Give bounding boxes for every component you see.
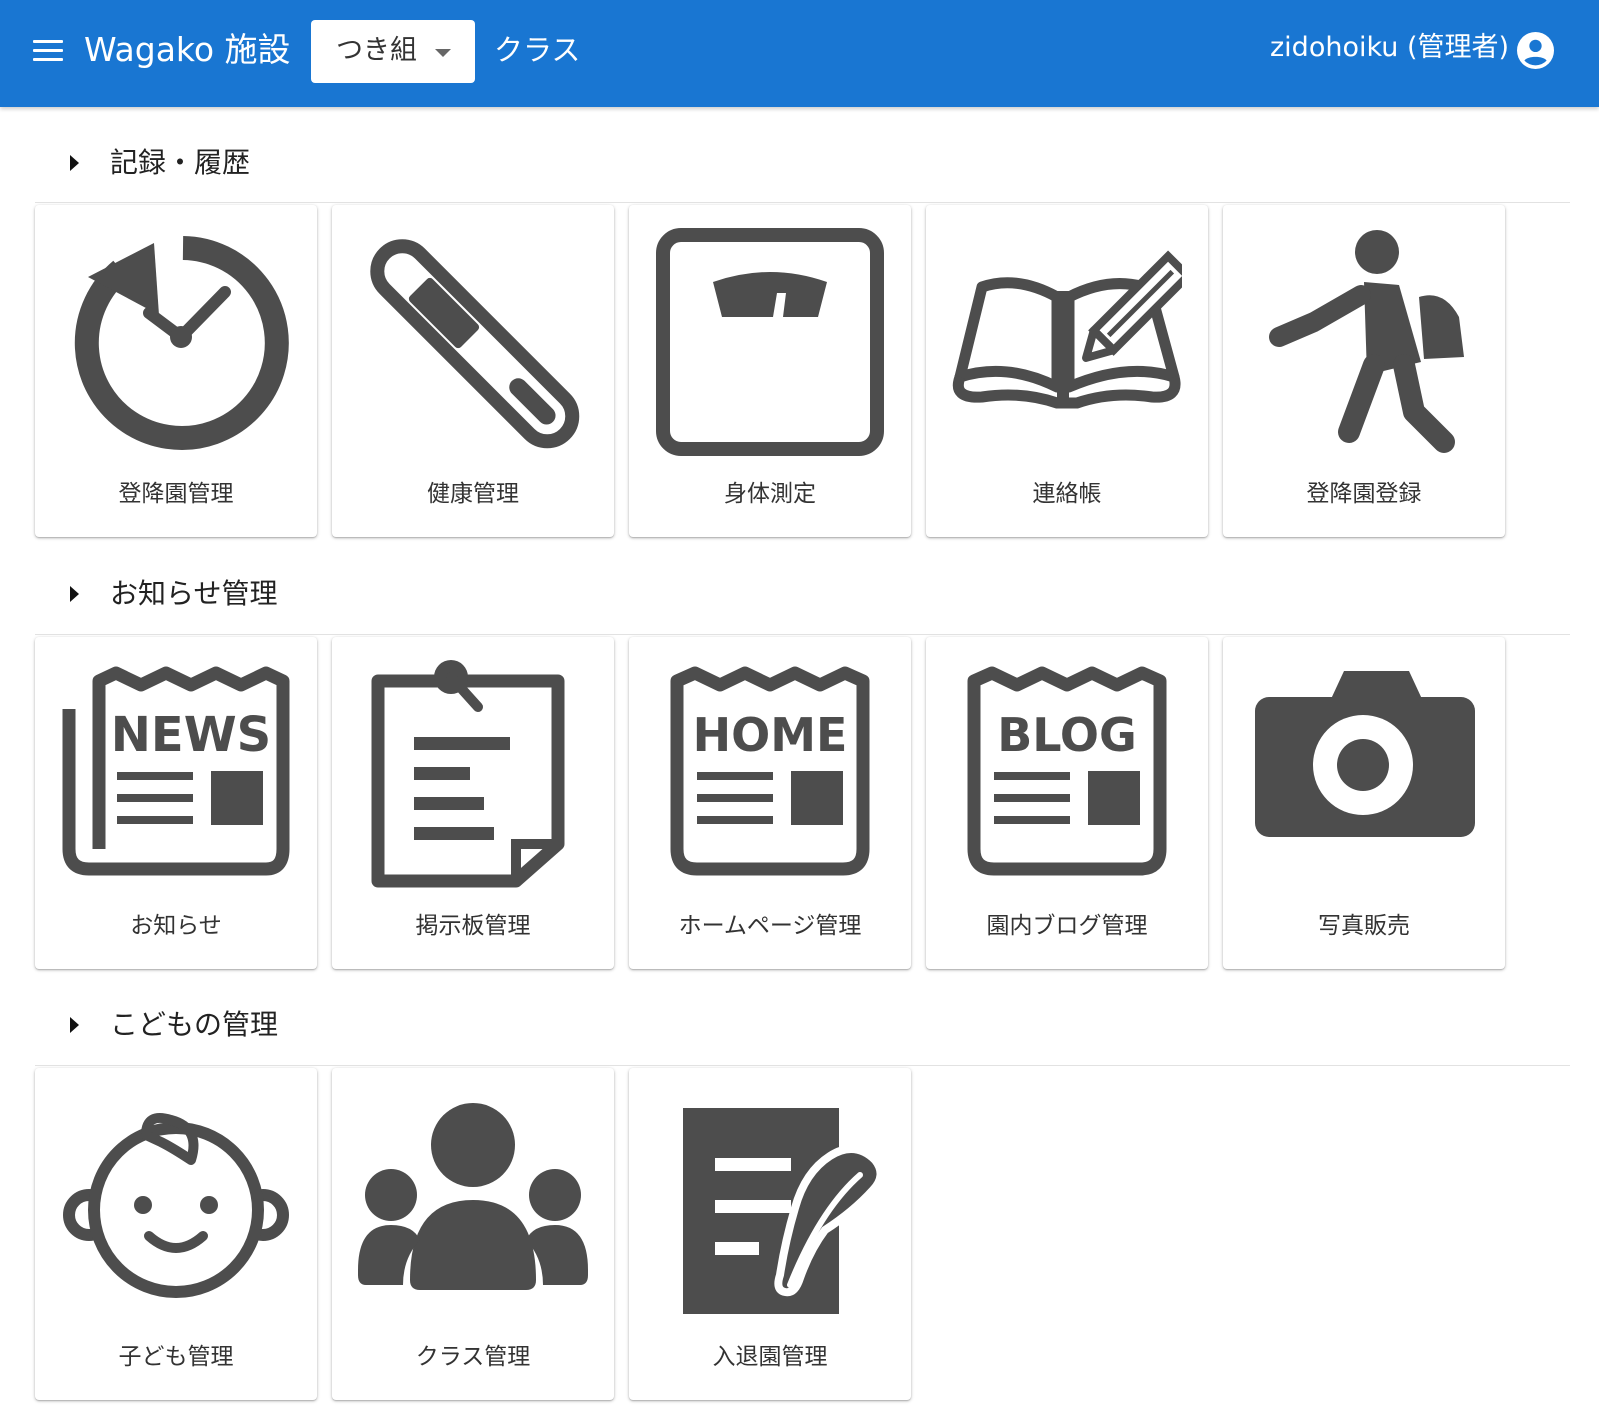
card-bulletin-board[interactable]: 掲示板管理 xyxy=(332,637,614,969)
card-body-measurement[interactable]: 身体測定 xyxy=(629,205,911,537)
bulletin-board-icon xyxy=(371,660,565,888)
card-label: 入退園管理 xyxy=(712,1344,828,1370)
card-child-management[interactable]: 子ども管理 xyxy=(35,1068,317,1400)
card-label: 健康管理 xyxy=(427,481,519,507)
caret-right-icon xyxy=(70,586,79,602)
document-quill-icon xyxy=(683,1108,885,1314)
card-label: ホームページ管理 xyxy=(678,913,862,939)
app-bar: Wagako 施設 つき組 クラス zidohoiku (管理者) xyxy=(0,0,1599,107)
user-name[interactable]: zidohoiku (管理者) xyxy=(1270,28,1509,68)
chevron-down-icon xyxy=(435,49,451,57)
card-label: 身体測定 xyxy=(724,481,816,507)
card-class-management[interactable]: クラス管理 xyxy=(332,1068,614,1400)
card-label: 登降園登録 xyxy=(1306,481,1422,507)
account-circle-icon[interactable] xyxy=(1517,32,1554,69)
icon-text: NEWS xyxy=(111,707,271,763)
class-select[interactable]: つき組 xyxy=(311,20,475,83)
card-photo-sales[interactable]: 写真販売 xyxy=(1223,637,1505,969)
icon-text: HOME xyxy=(693,708,848,762)
group-icon xyxy=(358,1103,588,1290)
card-attendance-registration[interactable]: 登降園登録 xyxy=(1223,205,1505,537)
notebook-pencil-icon xyxy=(952,250,1182,409)
thermometer-icon xyxy=(370,239,580,449)
divider xyxy=(35,634,1570,635)
card-label: クラス管理 xyxy=(415,1344,531,1370)
camera-icon xyxy=(1255,671,1475,837)
caret-right-icon xyxy=(70,1017,79,1033)
blog-icon: BLOG xyxy=(967,666,1167,876)
card-label: 園内ブログ管理 xyxy=(986,913,1148,939)
card-notices[interactable]: NEWS お知らせ xyxy=(35,637,317,969)
icon-text: BLOG xyxy=(997,708,1137,762)
menu-icon[interactable] xyxy=(30,35,66,65)
card-contact-book[interactable]: 連絡帳 xyxy=(926,205,1208,537)
card-label: 子ども管理 xyxy=(118,1344,234,1370)
section-title: こどもの管理 xyxy=(110,1008,279,1041)
section-title: お知らせ管理 xyxy=(110,577,278,610)
card-enrollment-management[interactable]: 入退園管理 xyxy=(629,1068,911,1400)
news-icon: NEWS xyxy=(62,666,290,876)
clock-history-icon xyxy=(74,236,289,450)
card-attendance-management[interactable]: 登降園管理 xyxy=(35,205,317,537)
divider xyxy=(35,202,1570,203)
card-homepage[interactable]: HOME ホームページ管理 xyxy=(629,637,911,969)
class-select-value: つき組 xyxy=(336,35,417,66)
card-label: 登降園管理 xyxy=(118,481,234,507)
card-label: 連絡帳 xyxy=(1032,481,1102,507)
divider xyxy=(35,1065,1570,1066)
baby-face-icon xyxy=(63,1112,289,1298)
card-label: 掲示板管理 xyxy=(415,913,531,939)
card-label: お知らせ xyxy=(130,913,222,939)
class-link[interactable]: クラス xyxy=(494,28,580,72)
caret-right-icon xyxy=(70,155,79,171)
walking-child-icon xyxy=(1269,230,1464,453)
app-title: Wagako 施設 xyxy=(84,30,291,69)
homepage-icon: HOME xyxy=(670,666,870,876)
card-health-management[interactable]: 健康管理 xyxy=(332,205,614,537)
section-title: 記録・履歴 xyxy=(110,146,251,179)
card-blog[interactable]: BLOG 園内ブログ管理 xyxy=(926,637,1208,969)
weight-scale-icon xyxy=(656,228,884,456)
card-label: 写真販売 xyxy=(1318,913,1410,939)
